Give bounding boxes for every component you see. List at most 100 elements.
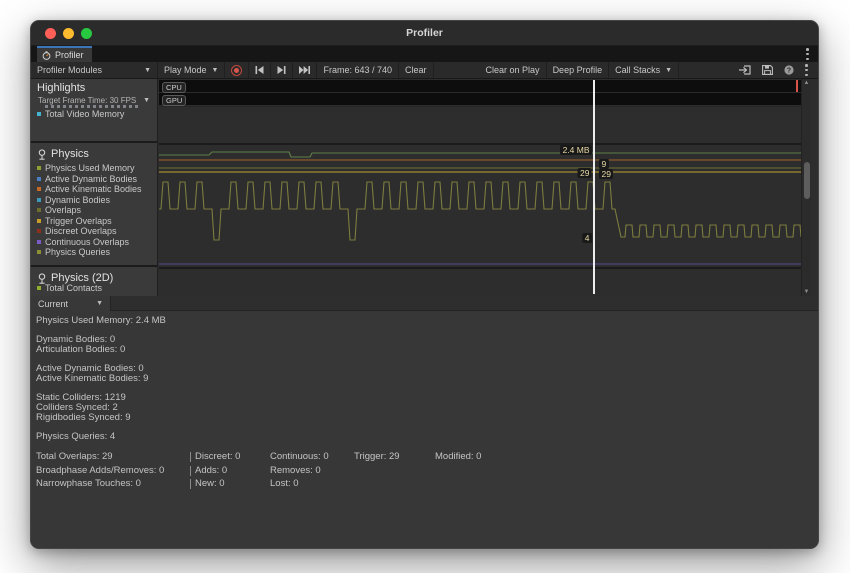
table-column-divider	[190, 452, 191, 462]
deep-profile-toggle[interactable]: Deep Profile	[547, 62, 610, 78]
legend-color-swatch	[37, 229, 41, 233]
details-stat-line: Active Dynamic Bodies: 0	[36, 364, 818, 374]
legend-color-swatch	[37, 112, 41, 116]
legend-color-swatch	[37, 187, 41, 191]
tab-label: Profiler	[55, 50, 84, 60]
legend-item-label: Active Dynamic Bodies	[45, 174, 137, 184]
table-column-divider	[190, 479, 191, 489]
call-stacks-label: Call Stacks	[615, 65, 660, 75]
chevron-down-icon: ▼	[143, 97, 150, 104]
current-frame-button[interactable]	[293, 62, 317, 78]
toolbar-spacer	[434, 62, 480, 78]
call-stacks-dropdown[interactable]: Call Stacks ▼	[609, 62, 679, 78]
video-module-chart[interactable]	[159, 106, 801, 143]
physics2d-module-title[interactable]: Physics (2D)	[31, 269, 157, 284]
window-titlebar[interactable]: Profiler	[31, 21, 818, 46]
table-cell: New: 0	[195, 478, 225, 489]
tab-strip: Profiler	[31, 46, 818, 62]
details-stat-line: Static Colliders: 1219	[36, 393, 818, 403]
physics2d-icon	[37, 273, 47, 284]
table-cell: Adds: 0	[195, 465, 227, 476]
load-profile-icon[interactable]	[739, 65, 751, 75]
play-mode-dropdown[interactable]: Play Mode ▼	[158, 62, 225, 78]
profiler-gauge-icon	[42, 51, 51, 60]
overlaps-table-row: Total Overlaps: 29Discreet: 0Continuous:…	[36, 451, 818, 465]
details-view-label: Current	[38, 299, 68, 309]
legend-item[interactable]: Overlaps	[31, 205, 157, 216]
previous-frame-icon	[255, 66, 264, 74]
details-stat-group: Physics Used Memory: 2.4 MB	[36, 316, 818, 326]
cpu-highlight-row[interactable]: CPU	[159, 80, 801, 92]
scroll-up-icon[interactable]: ▲	[802, 80, 811, 86]
chevron-down-icon: ▼	[212, 67, 219, 74]
legend-color-swatch	[37, 177, 41, 181]
legend-item[interactable]: Physics Used Memory	[31, 163, 157, 174]
physics-icon	[37, 149, 47, 160]
table-row-label: Total Overlaps: 29	[36, 451, 113, 462]
toolbar-right-icons: ?	[733, 62, 818, 78]
overlaps-table: Total Overlaps: 29Discreet: 0Continuous:…	[36, 451, 818, 492]
legend-item[interactable]: Discreet Overlaps	[31, 226, 157, 237]
help-icon[interactable]: ?	[784, 65, 794, 75]
physics-module-chart[interactable]	[159, 145, 801, 267]
svg-text:?: ?	[787, 67, 791, 74]
record-button[interactable]	[225, 62, 249, 78]
legend-color-swatch	[37, 286, 41, 290]
gpu-highlight-row[interactable]: GPU	[159, 93, 801, 105]
profiler-charts-area: Highlights Target Frame Time: 30 FPS ▼ T…	[31, 79, 818, 296]
legend-item-total-contacts[interactable]: Total Contacts	[31, 283, 157, 294]
legend-item-label: Physics Used Memory	[45, 163, 135, 173]
legend-item[interactable]: Continuous Overlaps	[31, 237, 157, 248]
scroll-down-icon[interactable]: ▼	[802, 289, 811, 295]
details-stat-line: Physics Queries: 4	[36, 432, 818, 442]
desktop-background: Profiler Profiler Profiler Modules ▼ Pla…	[0, 0, 850, 573]
play-mode-label: Play Mode	[164, 65, 207, 75]
legend-item[interactable]: Active Dynamic Bodies	[31, 174, 157, 185]
table-row-label: Narrowphase Touches: 0	[36, 478, 141, 489]
chart-vertical-scrollbar[interactable]: ▲ ▼	[801, 79, 811, 296]
last-frame-icon	[299, 66, 310, 74]
chart-plot-area[interactable]: CPU GPU 2.4 M	[159, 79, 801, 296]
target-frame-time-dropdown[interactable]: Target Frame Time: 30 FPS ▼	[31, 94, 157, 105]
tab-context-menu-icon[interactable]	[806, 48, 809, 60]
physics-title-label: Physics	[51, 148, 89, 160]
marker-overlaps-right: 29	[599, 169, 613, 179]
previous-frame-button[interactable]	[249, 62, 271, 78]
cpu-row-badge: CPU	[162, 82, 186, 93]
clear-button[interactable]: Clear	[399, 62, 434, 78]
physics2d-module-chart[interactable]	[159, 269, 801, 296]
details-stat-line: Active Kinematic Bodies: 9	[36, 374, 818, 384]
selected-frame-line[interactable]	[593, 80, 595, 294]
tab-profiler[interactable]: Profiler	[37, 46, 92, 62]
save-profile-icon[interactable]	[762, 65, 773, 75]
table-column-divider	[190, 466, 191, 476]
details-stat-line: Rigidbodies Synced: 9	[36, 413, 818, 423]
physics-module-title[interactable]: Physics	[31, 145, 157, 160]
legend-color-swatch	[37, 240, 41, 244]
table-row-label: Broadphase Adds/Removes: 0	[36, 465, 164, 476]
legend-color-swatch	[37, 250, 41, 254]
details-body: Physics Used Memory: 2.4 MB Dynamic Bodie…	[31, 311, 818, 549]
profiler-modules-dropdown[interactable]: Profiler Modules ▼	[31, 62, 158, 78]
legend-item-total-video-memory[interactable]: Total Video Memory	[31, 109, 157, 120]
frame-counter-label: Frame: 643 / 740	[323, 65, 392, 75]
toolbar-context-menu-icon[interactable]	[805, 64, 808, 76]
details-stat-line: Colliders Synced: 2	[36, 403, 818, 413]
details-view-dropdown[interactable]: Current ▼	[31, 296, 111, 311]
details-stat-line: Dynamic Bodies: 0	[36, 335, 818, 345]
table-cell: Trigger: 29	[354, 451, 400, 462]
legend-item-label: Discreet Overlaps	[45, 226, 117, 236]
legend-color-swatch	[37, 208, 41, 212]
next-frame-button[interactable]	[271, 62, 293, 78]
legend-item[interactable]: Trigger Overlaps	[31, 216, 157, 227]
legend-item[interactable]: Physics Queries	[31, 247, 157, 258]
clear-on-play-toggle[interactable]: Clear on Play	[480, 62, 547, 78]
scrollbar-thumb[interactable]	[804, 162, 810, 199]
highlights-module-title[interactable]: Highlights	[31, 79, 157, 94]
overlaps-table-row: Narrowphase Touches: 0New: 0Lost: 0	[36, 478, 818, 492]
legend-item[interactable]: Dynamic Bodies	[31, 195, 157, 206]
details-stat-group: Static Colliders: 1219Colliders Synced: …	[36, 393, 818, 423]
legend-item[interactable]: Active Kinematic Bodies	[31, 184, 157, 195]
legend-color-swatch	[37, 166, 41, 170]
next-frame-icon	[277, 66, 286, 74]
